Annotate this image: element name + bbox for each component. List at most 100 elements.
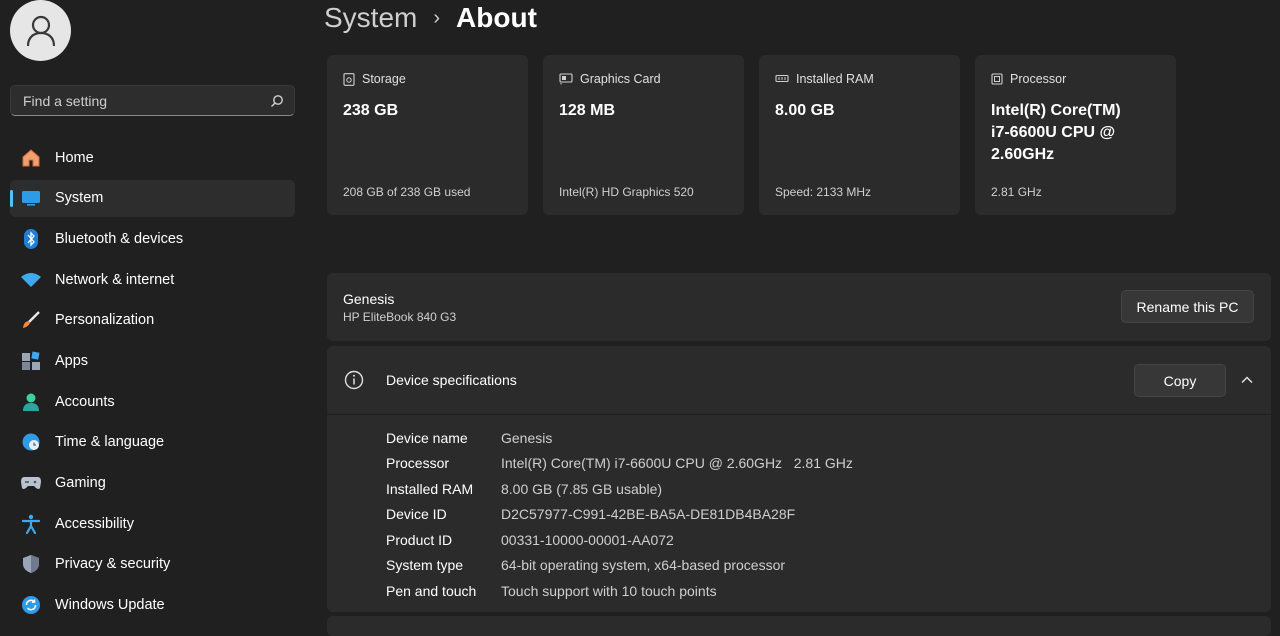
graphics-card-icon — [559, 73, 573, 85]
sidebar-item-gaming[interactable]: Gaming — [10, 465, 295, 502]
sidebar-item-label: Apps — [55, 352, 89, 369]
sidebar-item-apps[interactable]: Apps — [10, 342, 295, 379]
search-icon[interactable] — [270, 94, 284, 108]
processor-card: Processor Intel(R) Core(TM) i7-6600U CPU… — [975, 55, 1176, 215]
sidebar-item-label: Time & language — [55, 434, 165, 451]
user-avatar[interactable] — [10, 0, 71, 61]
spec-row: Installed RAM 8.00 GB (7.85 GB usable) — [386, 476, 853, 502]
card-subtext: Speed: 2133 MHz — [775, 185, 872, 199]
spec-value: Intel(R) Core(TM) i7-6600U CPU @ 2.60GHz… — [501, 455, 853, 472]
spec-cards: Storage 238 GB 208 GB of 238 GB used Gra… — [327, 55, 1176, 215]
device-specifications-panel: Device specifications Copy Device name G… — [327, 346, 1271, 612]
spec-row: Device ID D2C57977-C991-42BE-BA5A-DE81DB… — [386, 502, 853, 528]
spec-row: Product ID 00331-10000-00001-AA072 — [386, 527, 853, 553]
gamepad-icon — [20, 472, 42, 494]
section-title: Device specifications — [386, 372, 517, 388]
bluetooth-icon — [20, 228, 42, 250]
sidebar-item-bluetooth-devices[interactable]: Bluetooth & devices — [10, 220, 295, 257]
brush-icon — [20, 309, 42, 331]
sidebar-item-label: Privacy & security — [55, 556, 171, 573]
sidebar-nav: Home System Bluetooth & devices Network … — [10, 139, 295, 627]
card-title: Installed RAM — [796, 72, 874, 86]
sidebar-item-label: Windows Update — [55, 597, 165, 614]
system-icon — [20, 187, 42, 209]
user-icon — [26, 15, 55, 46]
device-specifications-header[interactable]: Device specifications Copy — [327, 346, 1271, 415]
sidebar-item-label: Accessibility — [55, 515, 134, 532]
spec-label: Processor — [386, 455, 450, 472]
spec-row: Pen and touch Touch support with 10 touc… — [386, 578, 853, 604]
card-title: Storage — [362, 72, 406, 86]
page-title: About — [456, 2, 537, 33]
apps-icon — [20, 350, 42, 372]
home-icon — [20, 147, 42, 169]
processor-icon — [991, 73, 1003, 85]
card-subtext: 208 GB of 238 GB used — [343, 185, 471, 199]
installed-ram-card: Installed RAM 8.00 GB Speed: 2133 MHz — [759, 55, 960, 215]
card-subtext: Intel(R) HD Graphics 520 — [559, 185, 694, 199]
spec-label: Device name — [386, 429, 468, 446]
storage-card: Storage 238 GB 208 GB of 238 GB used — [327, 55, 528, 215]
spec-label: System type — [386, 557, 464, 574]
info-icon — [344, 370, 364, 390]
shield-icon — [20, 553, 42, 575]
accounts-icon — [20, 391, 42, 413]
sidebar-item-label: Bluetooth & devices — [55, 230, 184, 247]
spec-list: Device name Genesis Processor Intel(R) C… — [386, 425, 853, 604]
storage-icon — [343, 72, 355, 86]
sidebar-item-label: Network & internet — [55, 271, 175, 288]
spec-row: Device name Genesis — [386, 425, 853, 451]
device-name: Genesis — [343, 290, 395, 307]
search-input[interactable] — [21, 91, 270, 110]
sidebar-item-label: Accounts — [55, 393, 115, 410]
device-name-panel: Genesis HP EliteBook 840 G3 Rename this … — [327, 273, 1271, 341]
copy-button[interactable]: Copy — [1134, 364, 1226, 397]
chevron-up-icon[interactable] — [1240, 373, 1254, 387]
spec-value: 8.00 GB (7.85 GB usable) — [501, 480, 663, 497]
sidebar-item-label: Personalization — [55, 312, 155, 329]
card-value: 8.00 GB — [775, 102, 835, 119]
spec-label: Device ID — [386, 506, 447, 523]
sidebar-item-system[interactable]: System — [10, 179, 295, 217]
spec-row: Processor Intel(R) Core(TM) i7-6600U CPU… — [386, 451, 853, 477]
sidebar-item-label: System — [55, 190, 104, 207]
spec-value: Genesis — [501, 429, 553, 446]
breadcrumb-separator: › — [433, 6, 441, 29]
ram-icon — [775, 74, 789, 83]
spec-label: Product ID — [386, 531, 453, 548]
sidebar-item-label: Home — [55, 149, 94, 166]
spec-label: Installed RAM — [386, 480, 474, 497]
device-model: HP EliteBook 840 G3 — [343, 309, 457, 324]
card-title: Processor — [1010, 72, 1067, 86]
card-value: 128 MB — [559, 102, 616, 119]
accessibility-icon — [20, 513, 42, 535]
rename-pc-button[interactable]: Rename this PC — [1121, 290, 1254, 323]
next-section-panel — [327, 616, 1271, 636]
sidebar-item-personalization[interactable]: Personalization — [10, 302, 295, 339]
graphics-card-card: Graphics Card 128 MB Intel(R) HD Graphic… — [543, 55, 744, 215]
sidebar-item-accessibility[interactable]: Accessibility — [10, 505, 295, 542]
sidebar-item-privacy-security[interactable]: Privacy & security — [10, 546, 295, 583]
update-icon — [20, 594, 42, 616]
spec-value: D2C57977-C991-42BE-BA5A-DE81DB4BA28F — [501, 506, 796, 523]
spec-label: Pen and touch — [386, 582, 477, 599]
wifi-icon — [20, 269, 42, 291]
spec-row: System type 64-bit operating system, x64… — [386, 553, 853, 579]
card-value: 238 GB — [343, 102, 399, 119]
card-title: Graphics Card — [580, 72, 661, 86]
sidebar-item-windows-update[interactable]: Windows Update — [10, 587, 295, 624]
sidebar-item-time-language[interactable]: Time & language — [10, 424, 295, 461]
sidebar-item-home[interactable]: Home — [10, 139, 295, 176]
sidebar-item-accounts[interactable]: Accounts — [10, 383, 295, 420]
globe-clock-icon — [20, 431, 42, 453]
card-subtext: 2.81 GHz — [991, 185, 1042, 199]
spec-value: Touch support with 10 touch points — [501, 582, 717, 599]
sidebar-item-network[interactable]: Network & internet — [10, 261, 295, 298]
breadcrumb: System › About — [324, 0, 537, 36]
card-value: Intel(R) Core(TM) i7-6600U CPU @ 2.60GHz — [991, 102, 1121, 163]
spec-value: 00331-10000-00001-AA072 — [501, 531, 674, 548]
spec-value: 64-bit operating system, x64-based proce… — [501, 557, 786, 574]
sidebar-item-label: Gaming — [55, 475, 106, 491]
search-box[interactable] — [10, 85, 295, 116]
breadcrumb-parent[interactable]: System — [324, 2, 417, 34]
